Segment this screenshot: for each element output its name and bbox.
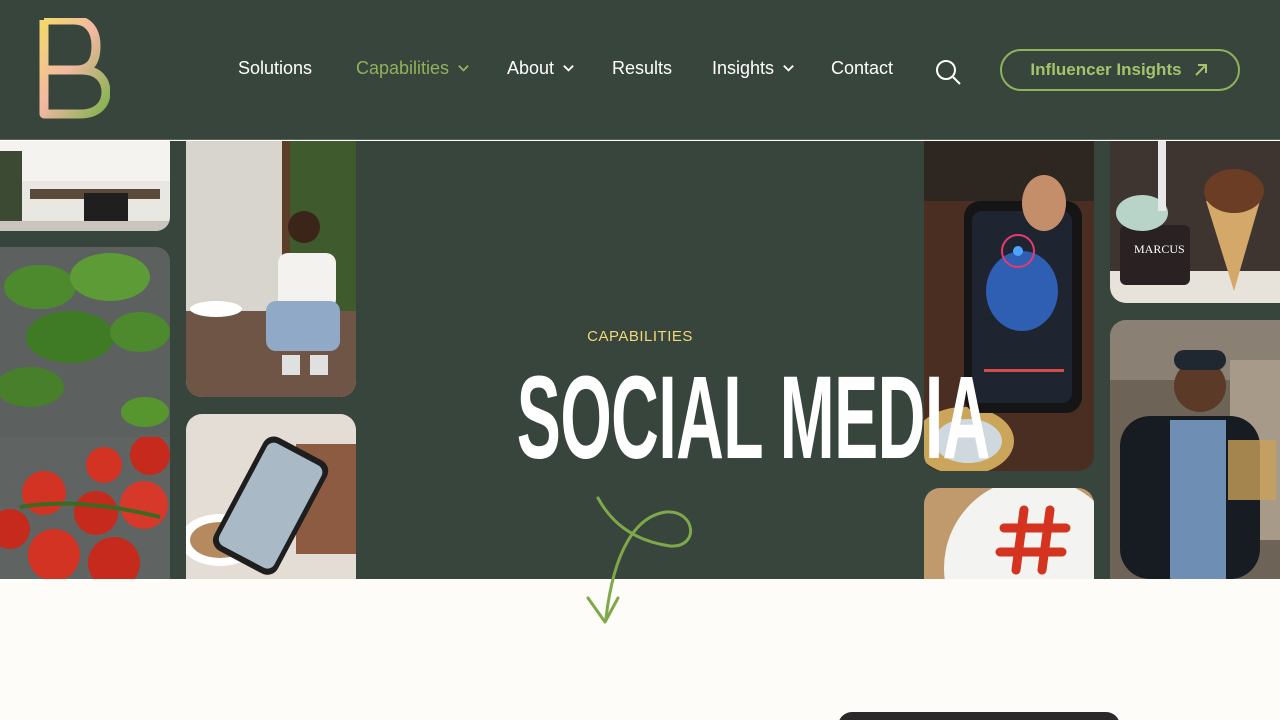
phone-and-coffee-photo [186, 414, 356, 579]
chef-photo [1110, 320, 1280, 579]
nav-capabilities-label: Capabilities [356, 58, 450, 78]
brand-logo[interactable] [36, 15, 111, 122]
nav-about[interactable]: About [507, 58, 575, 79]
nav-about-label: About [507, 58, 555, 78]
site-header: Solutions Capabilities About Results Ins… [0, 0, 1280, 140]
hero-eyebrow: CAPABILITIES [587, 328, 693, 345]
chevron-down-icon [783, 65, 794, 72]
nav-results[interactable]: Results [612, 58, 672, 79]
search-button[interactable] [934, 58, 962, 86]
next-section-image [838, 712, 1120, 720]
office-photo [0, 141, 170, 231]
nav-contact[interactable]: Contact [831, 58, 893, 79]
chevron-down-icon [563, 65, 574, 72]
tomatoes-photo [0, 437, 170, 579]
nav-insights[interactable]: Insights [712, 58, 795, 79]
hero-title: SOCIAL MEDIA [516, 352, 991, 484]
hashtag-plate-photo [924, 488, 1094, 579]
basil-photo [0, 247, 170, 437]
chevron-down-icon [458, 65, 469, 72]
woman-with-phone-photo [186, 141, 356, 397]
nav-insights-label: Insights [712, 58, 775, 78]
curly-arrow-down-icon [586, 496, 692, 624]
svg-text:MARCUS: MARCUS [1134, 242, 1185, 256]
nav-capabilities[interactable]: Capabilities [356, 58, 470, 79]
nav-solutions[interactable]: Solutions [238, 58, 312, 79]
scroll-down-button[interactable] [570, 490, 710, 630]
influencer-insights-button[interactable]: Influencer Insights [1000, 49, 1240, 91]
letter-b-logo-icon [39, 15, 111, 119]
nav-solutions-label: Solutions [238, 58, 313, 78]
search-icon [936, 60, 961, 85]
nav-results-label: Results [612, 58, 673, 78]
nav-contact-label: Contact [831, 58, 894, 78]
cta-label: Influencer Insights [1030, 60, 1182, 79]
arrow-up-right-icon [1194, 64, 1207, 76]
ice-cream-photo: MARCUS [1110, 141, 1280, 303]
